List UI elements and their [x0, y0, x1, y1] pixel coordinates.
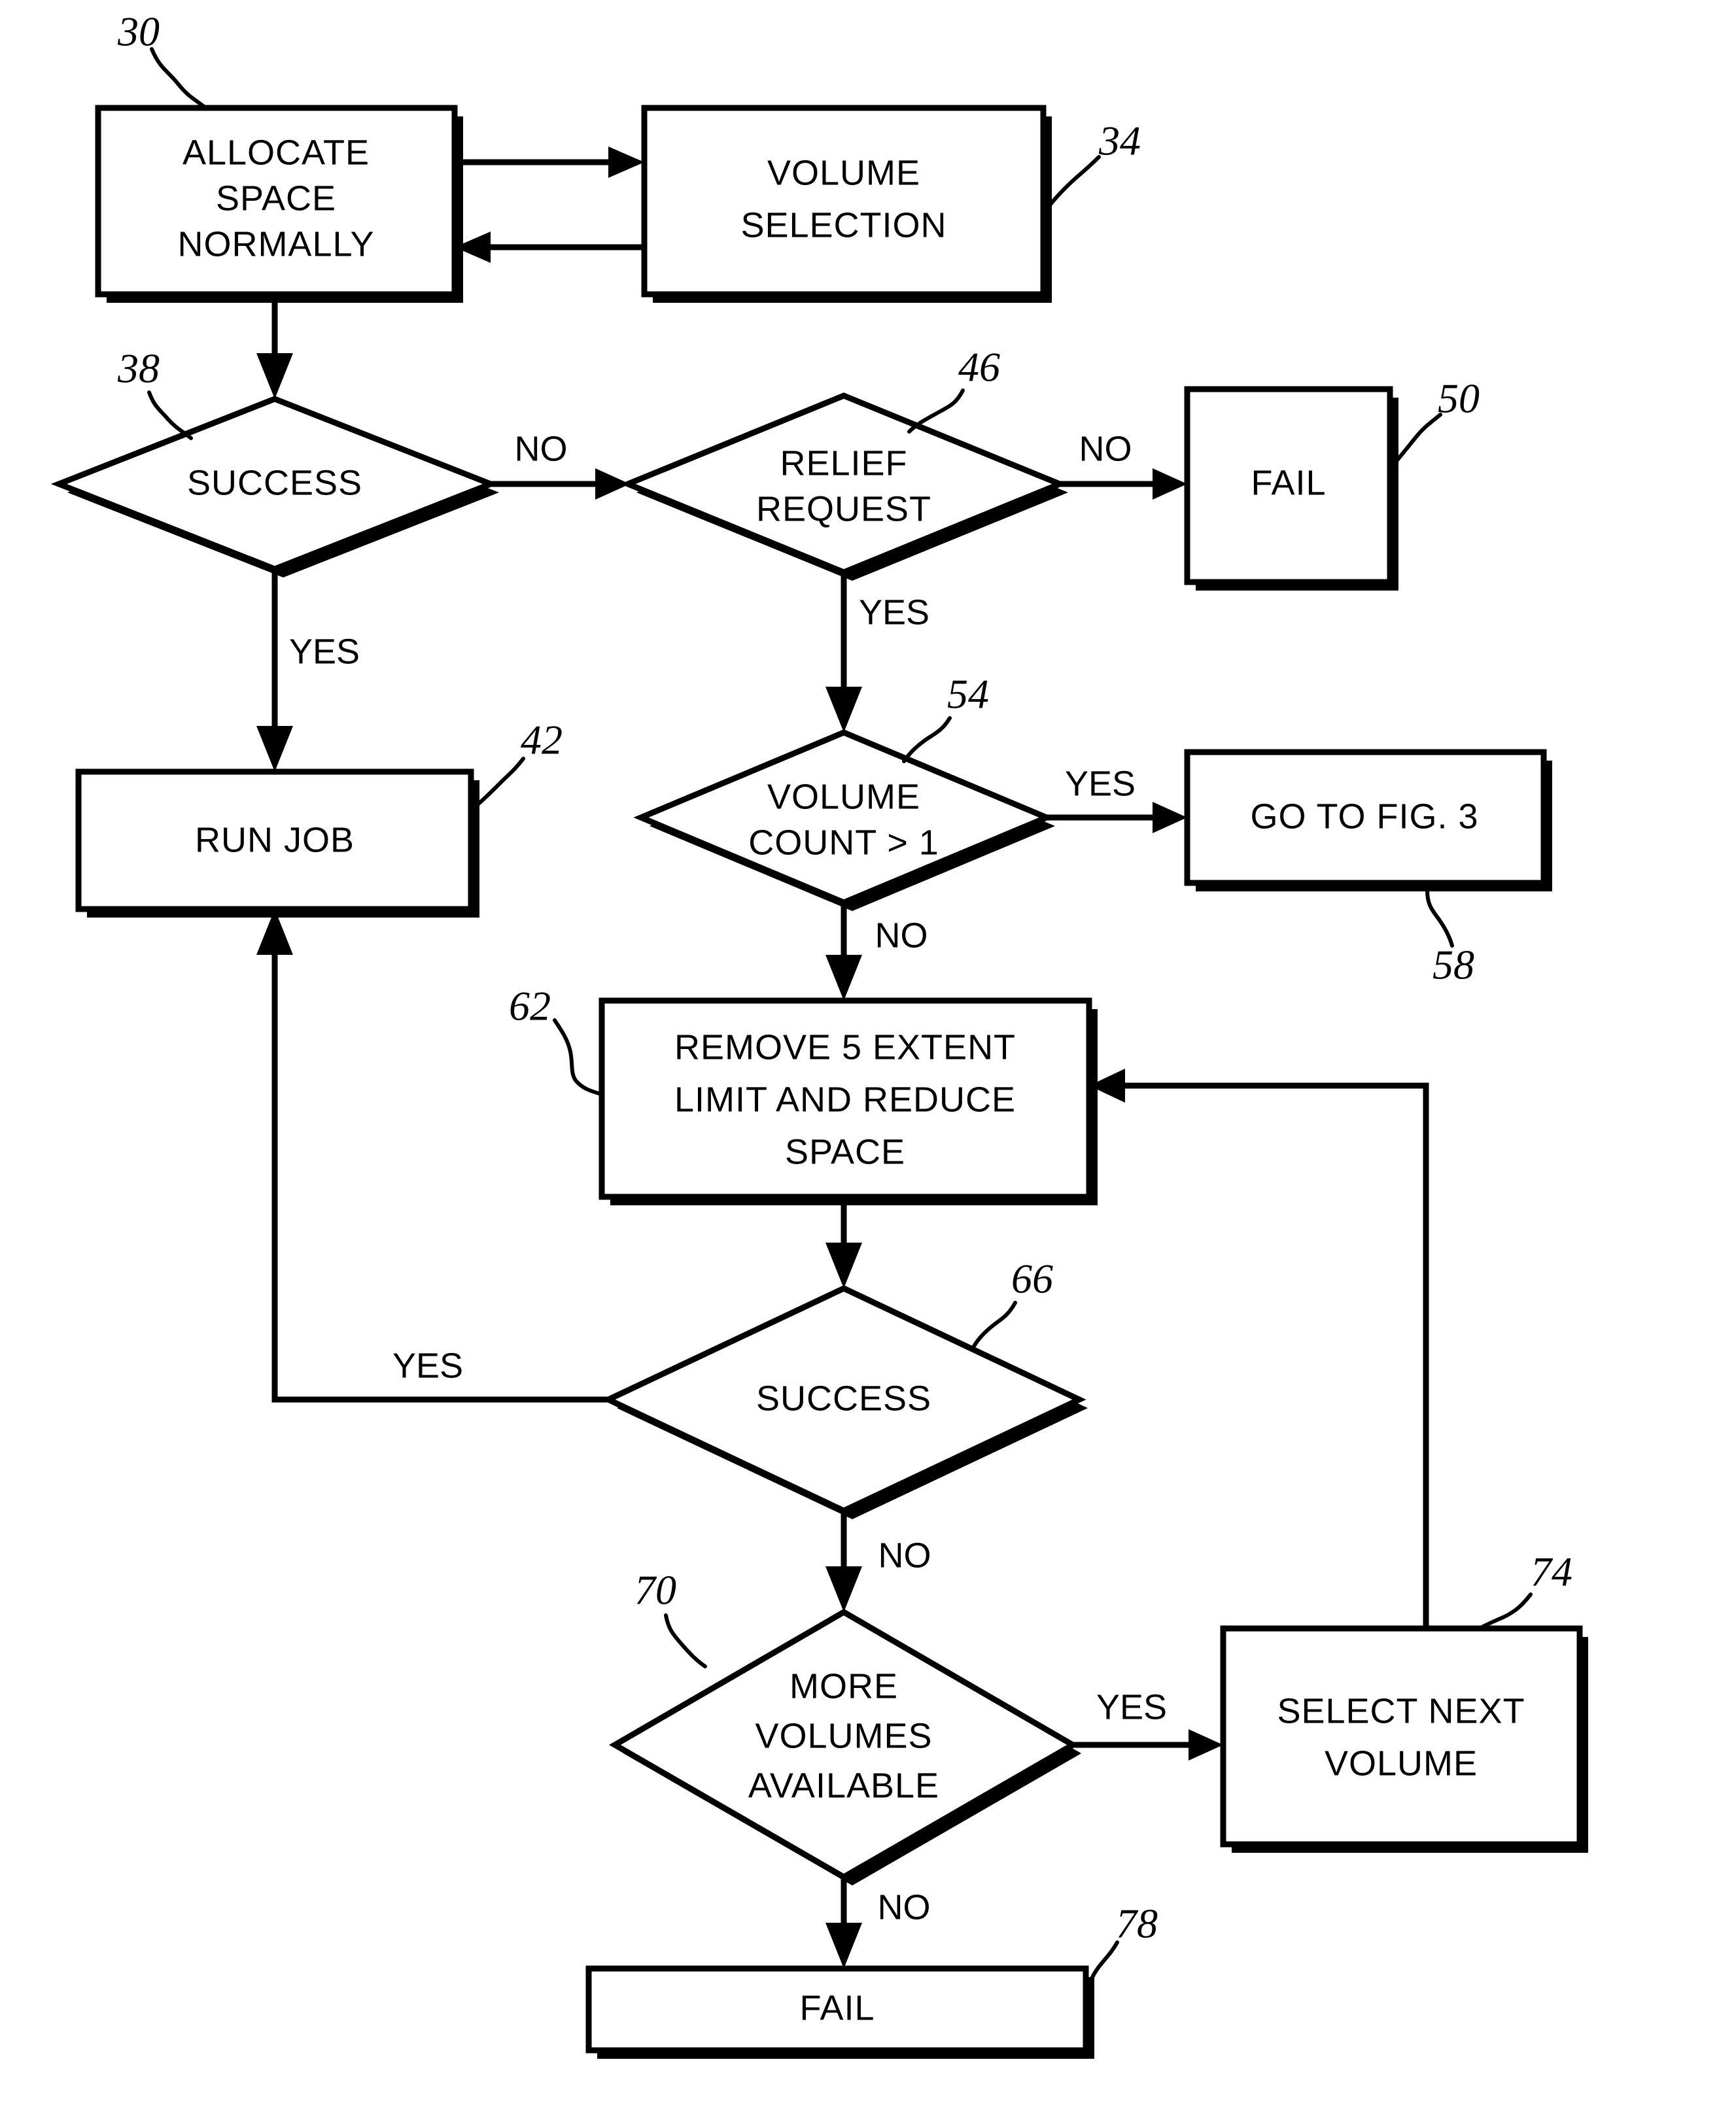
ref-number-74: 74: [1531, 1549, 1572, 1595]
node-remove-extent-label-line3: SPACE: [785, 1132, 905, 1171]
edge-label-success1-no: NO: [515, 429, 568, 468]
ref-number-54: 54: [947, 671, 989, 717]
node-more-volumes-available[interactable]: MORE VOLUMES AVAILABLE: [609, 1608, 1081, 1885]
node-allocate-label-line2: SPACE: [216, 179, 336, 218]
ref-number-62: 62: [509, 983, 551, 1029]
edge-label-morevolumes-no: NO: [878, 1887, 931, 1927]
edge-morevolumes-no-to-fail2: [825, 1877, 862, 1969]
node-select-next-volume[interactable]: SELECT NEXT VOLUME: [1220, 1625, 1588, 1853]
ref-number-34: 34: [1098, 118, 1141, 164]
ref-number-42: 42: [521, 717, 563, 763]
node-more-volumes-label-line3: AVAILABLE: [748, 1766, 939, 1805]
ref-callout-46: 46: [907, 344, 1000, 434]
ref-callout-62: 62: [509, 983, 601, 1095]
node-relief-request[interactable]: RELIEF REQUEST: [620, 392, 1068, 581]
edge-label-relief-yes: YES: [859, 593, 929, 632]
edge-success2-no-to-morevolumes: [825, 1511, 862, 1612]
node-relief-request-label-line1: RELIEF: [780, 443, 907, 483]
edge-allocate-to-volume-selection: [455, 146, 644, 178]
ref-callout-70: 70: [634, 1567, 707, 1668]
node-allocate-space-normally[interactable]: ALLOCATE SPACE NORMALLY: [95, 105, 463, 303]
ref-number-38: 38: [117, 345, 160, 392]
edge-selectnext-to-remove-extent-loop: [1089, 1069, 1429, 1628]
ref-number-30: 30: [117, 9, 160, 55]
edge-label-volcount-yes: YES: [1065, 764, 1136, 803]
node-select-next-volume-label-line1: SELECT NEXT: [1277, 1691, 1525, 1730]
node-success-1-label: SUCCESS: [187, 463, 362, 502]
edge-label-success2-no: NO: [878, 1536, 931, 1575]
edge-success2-yes-to-runjob: [256, 909, 608, 1403]
node-allocate-label-line3: NORMALLY: [177, 224, 374, 264]
node-remove-extent-label-line2: LIMIT AND REDUCE: [674, 1080, 1016, 1119]
node-relief-request-label-line2: REQUEST: [756, 489, 931, 528]
node-volume-count-label-line2: COUNT > 1: [748, 823, 939, 862]
flowchart-canvas: ALLOCATE SPACE NORMALLY 30 VOLUME SELECT…: [0, 0, 1736, 2117]
node-more-volumes-label-line2: VOLUMES: [755, 1716, 932, 1755]
ref-number-66: 66: [1011, 1256, 1053, 1302]
edge-label-relief-no: NO: [1079, 429, 1132, 468]
ref-callout-34: 34: [1043, 118, 1141, 214]
node-go-to-fig3[interactable]: GO TO FIG. 3: [1184, 749, 1552, 891]
node-fail-2[interactable]: FAIL: [585, 1965, 1094, 2059]
edge-label-volcount-no: NO: [875, 916, 928, 955]
node-run-job[interactable]: RUN JOB: [75, 768, 479, 918]
node-fail-1[interactable]: FAIL: [1184, 386, 1398, 591]
ref-number-78: 78: [1116, 1901, 1158, 1947]
ref-callout-30: 30: [117, 9, 206, 109]
edge-volume-selection-to-allocate: [455, 232, 644, 263]
node-success-1[interactable]: SUCCESS: [50, 396, 499, 577]
node-go-to-fig3-label: GO TO FIG. 3: [1250, 797, 1478, 836]
edge-success1-no-to-relief: [491, 468, 630, 500]
edge-label-success2-yes: YES: [392, 1346, 463, 1385]
edge-relief-yes-to-volcount: [825, 572, 862, 732]
node-success-2[interactable]: SUCCESS: [601, 1285, 1088, 1519]
ref-callout-58: 58: [1425, 889, 1474, 988]
node-more-volumes-label-line1: MORE: [790, 1666, 898, 1706]
edge-label-morevolumes-yes: YES: [1096, 1687, 1167, 1727]
node-fail-2-label: FAIL: [799, 1988, 875, 2027]
node-select-next-volume-label-line2: VOLUME: [1325, 1744, 1478, 1783]
ref-callout-66: 66: [970, 1256, 1053, 1352]
edge-relief-no-to-fail1: [1060, 468, 1187, 500]
flowchart-svg: ALLOCATE SPACE NORMALLY 30 VOLUME SELECT…: [50, 9, 1588, 2059]
ref-callout-54: 54: [902, 671, 989, 763]
edge-volcount-no-to-remove-extent: [825, 903, 862, 1001]
node-allocate-label-line1: ALLOCATE: [182, 133, 370, 172]
node-remove-extent-limit[interactable]: REMOVE 5 EXTENT LIMIT AND REDUCE SPACE: [599, 997, 1098, 1205]
ref-callout-50: 50: [1394, 375, 1480, 464]
ref-number-70: 70: [634, 1567, 676, 1613]
edge-remove-extent-to-success2: [825, 1197, 862, 1288]
node-volume-selection[interactable]: VOLUME SELECTION: [641, 105, 1052, 303]
edge-label-success1-yes: YES: [289, 632, 360, 671]
node-run-job-label: RUN JOB: [195, 820, 355, 859]
node-fail-1-label: FAIL: [1251, 463, 1326, 502]
node-volume-selection-label-line1: VOLUME: [767, 153, 920, 192]
ref-callout-78: 78: [1085, 1901, 1158, 1995]
edge-morevolumes-yes-to-selectnext: [1073, 1729, 1223, 1761]
node-volume-count[interactable]: VOLUME COUNT > 1: [633, 729, 1055, 911]
ref-callout-38: 38: [117, 345, 193, 440]
edge-allocate-to-success1: [256, 294, 293, 399]
node-volume-selection-label-line2: SELECTION: [740, 205, 946, 245]
edge-volcount-yes-to-gotofig3: [1047, 802, 1187, 833]
ref-callout-74: 74: [1478, 1549, 1572, 1630]
ref-number-46: 46: [958, 344, 1000, 390]
ref-callout-42: 42: [474, 717, 563, 808]
node-volume-count-label-line1: VOLUME: [767, 777, 920, 816]
edge-success1-yes-to-runjob: [256, 569, 293, 772]
node-remove-extent-label-line1: REMOVE 5 EXTENT: [674, 1027, 1016, 1067]
node-success-2-label: SUCCESS: [756, 1379, 931, 1418]
ref-number-58: 58: [1432, 942, 1474, 988]
ref-number-50: 50: [1438, 375, 1480, 422]
